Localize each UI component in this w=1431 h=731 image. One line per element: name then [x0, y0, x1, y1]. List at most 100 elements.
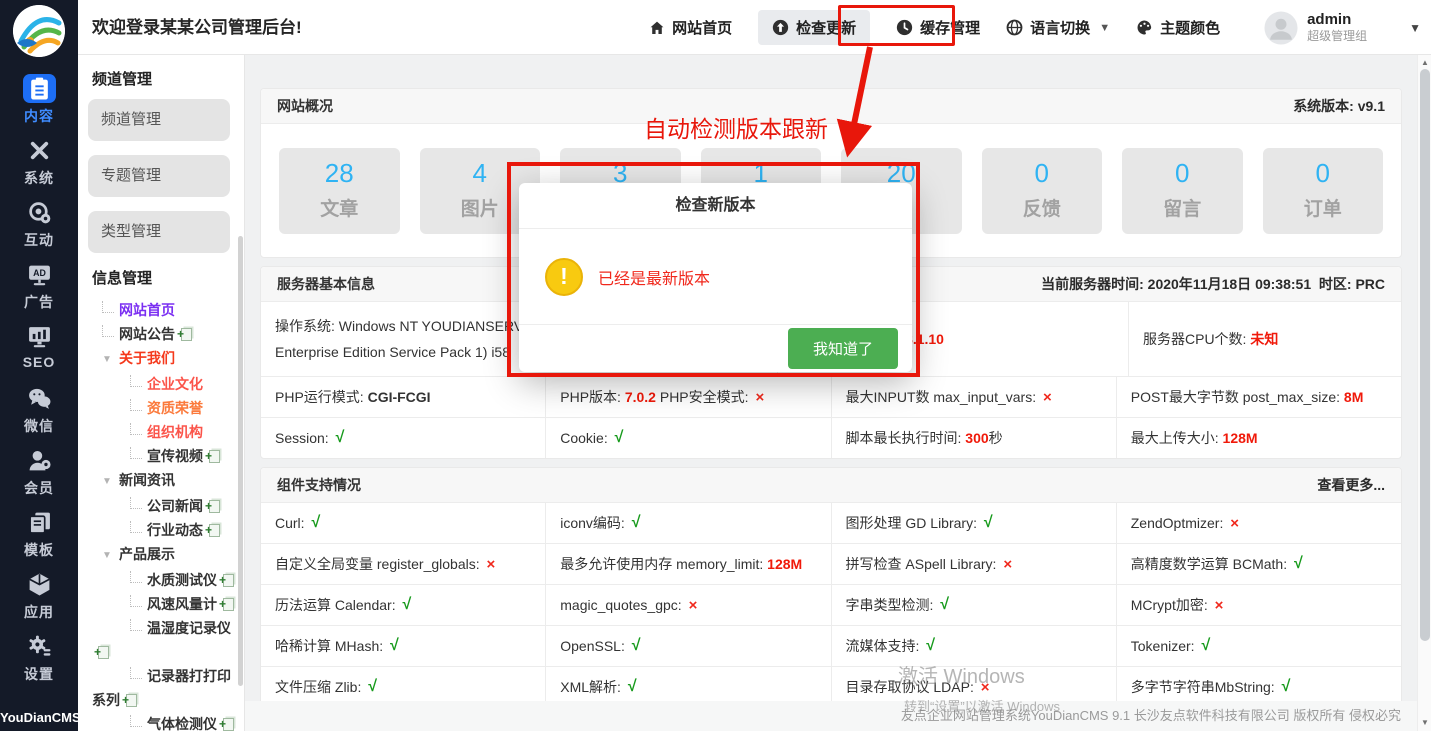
tree-item[interactable]: ▼ 关于我们 [92, 346, 237, 372]
tree-item[interactable]: 水质测试仪 [92, 568, 237, 592]
scroll-up-arrow[interactable]: ▲ [1418, 58, 1431, 67]
add-page-icon[interactable] [223, 574, 234, 587]
nav-cache[interactable]: 缓存管理 [896, 17, 980, 38]
rail-app[interactable]: 应用 [0, 570, 78, 618]
add-page-icon[interactable] [209, 500, 220, 513]
tree-item[interactable]: 网站公告 [92, 322, 237, 346]
cell-text: 多字节字符串MbString: [1131, 677, 1279, 697]
rail-wechat[interactable]: 微信 [0, 384, 78, 432]
tree-item[interactable]: 公司新闻 [92, 494, 237, 518]
menu-button-频道管理[interactable]: 频道管理 [88, 99, 230, 141]
user-menu-caret-icon[interactable]: ▼ [1409, 21, 1421, 35]
stat-card[interactable]: 0订单 [1263, 148, 1384, 234]
cell-text: 自定义全局变量 register_globals: [275, 554, 484, 574]
tree-item[interactable]: 组织机构 [92, 420, 237, 444]
add-page-icon[interactable] [223, 718, 234, 731]
nav-check-update[interactable]: 检查更新 [758, 10, 870, 45]
rail-item-label: 互动 [0, 230, 78, 250]
tools-icon [23, 136, 56, 165]
menu-button-类型管理[interactable]: 类型管理 [88, 211, 230, 253]
rail-item-label: 模板 [0, 540, 78, 560]
tree-item[interactable]: 气体检测仪 [92, 712, 237, 731]
cell-text: PHP运行模式: [275, 387, 368, 407]
menu-button-专题管理[interactable]: 专题管理 [88, 155, 230, 197]
tree-item-label: 组织机构 [147, 424, 203, 440]
stat-label: 订单 [1263, 194, 1384, 221]
palette-icon [1136, 19, 1153, 36]
add-page-icon[interactable] [126, 694, 137, 707]
tree-item[interactable]: 资质荣誉 [92, 396, 237, 420]
table-cell: Tokenizer: √ [1117, 626, 1401, 666]
tree-item-label: 水质测试仪 [147, 572, 217, 588]
table-cell: POST最大字节数 post_max_size: 8M [1117, 377, 1401, 417]
tree-item[interactable]: 宣传视频 [92, 444, 237, 468]
check-icon: √ [984, 514, 993, 532]
rail-system[interactable]: 系统 [0, 136, 78, 184]
stat-card[interactable]: 0反馈 [982, 148, 1103, 234]
cross-icon: × [755, 389, 764, 406]
table-cell: 高精度数学运算 BCMath: √ [1117, 544, 1401, 584]
footer-copyright: 友点企业网站管理系统YouDianCMS 9.1 长沙友点软件科技有限公司 版权… [245, 701, 1417, 731]
add-page-icon[interactable] [223, 598, 234, 611]
rail-item-label: SEO [0, 354, 78, 370]
menu-scrollbar[interactable] [238, 236, 243, 686]
nav-theme-color[interactable]: 主题颜色 [1136, 17, 1220, 38]
add-page-icon[interactable] [181, 328, 192, 341]
tree-item[interactable]: ▼产品展示 [92, 542, 237, 568]
check-icon: √ [1201, 637, 1210, 655]
stat-value: 28 [279, 158, 400, 189]
nav-item-label: 语言切换 [1030, 17, 1090, 38]
tree-item[interactable]: 风速风量计 [92, 592, 237, 616]
view-more-link[interactable]: 查看更多... [1317, 475, 1385, 495]
add-page-icon[interactable] [209, 524, 220, 537]
tree-item[interactable]: 企业文化 [92, 372, 237, 396]
expand-caret-icon[interactable]: ▼ [102, 544, 114, 568]
table-cell: Cookie: √ [546, 418, 831, 458]
table-cell: 图形处理 GD Library: √ [832, 503, 1117, 543]
stat-card[interactable]: 28文章 [279, 148, 400, 234]
tree-item[interactable]: ▼新闻资讯 [92, 468, 237, 494]
tree-elbow [130, 447, 142, 459]
rail-interact[interactable]: 互动 [0, 198, 78, 246]
expand-caret-icon[interactable]: ▼ [102, 470, 114, 494]
rail-ads[interactable]: AD广告 [0, 260, 78, 308]
rail-settings[interactable]: 设置 [0, 632, 78, 680]
rail-member[interactable]: 会员 [0, 446, 78, 494]
table-cell: 服务器CPU个数: 未知 [1129, 302, 1401, 376]
check-icon: √ [926, 637, 935, 655]
scrollbar-thumb[interactable] [1420, 69, 1430, 641]
tree-item[interactable]: 记录器打打印系列 [92, 664, 237, 712]
tree-elbow [130, 423, 142, 435]
main-scrollbar[interactable]: ▲ ▼ [1417, 55, 1431, 731]
cell-text: 7.0.2 [625, 389, 656, 405]
rail-seo[interactable]: SEO [0, 322, 78, 370]
add-page-icon[interactable] [209, 450, 220, 463]
rail-item-label: 设置 [0, 664, 78, 684]
clipboard-icon [23, 74, 56, 103]
tree-item[interactable]: 行业动态 [92, 518, 237, 542]
rail-content[interactable]: 内容 [0, 74, 78, 122]
expand-caret-icon[interactable]: ▼ [102, 348, 114, 372]
menu-buttons: 频道管理专题管理类型管理 [78, 99, 244, 253]
user-block[interactable]: admin超级管理组 [1264, 11, 1367, 45]
ad-icon: AD [23, 260, 56, 289]
chevron-down-icon: ▼ [1099, 22, 1110, 34]
rail-template[interactable]: 模板 [0, 508, 78, 556]
confirm-button[interactable]: 我知道了 [788, 328, 898, 369]
scroll-down-arrow[interactable]: ▼ [1418, 718, 1431, 727]
tree-item-label: 气体检测仪 [147, 716, 217, 731]
stat-card[interactable]: 0留言 [1122, 148, 1243, 234]
cell-text: 最大上传大小: [1131, 428, 1223, 448]
nav-language[interactable]: 语言切换 ▼ [1006, 17, 1110, 38]
nav-item-label: 主题颜色 [1160, 17, 1220, 38]
cell-text: Curl: [275, 515, 308, 531]
tree-item[interactable]: 温湿度记录仪 [92, 616, 237, 664]
tree-elbow [130, 667, 142, 679]
tree-item-label: 关于我们 [119, 350, 175, 366]
rail-item-label: 广告 [0, 292, 78, 312]
company-logo[interactable] [13, 5, 65, 57]
add-page-icon[interactable] [98, 646, 109, 659]
nav-site-home[interactable]: 网站首页 [649, 17, 732, 38]
tree-item[interactable]: 网站首页 [92, 298, 237, 322]
tree-elbow [102, 325, 114, 337]
